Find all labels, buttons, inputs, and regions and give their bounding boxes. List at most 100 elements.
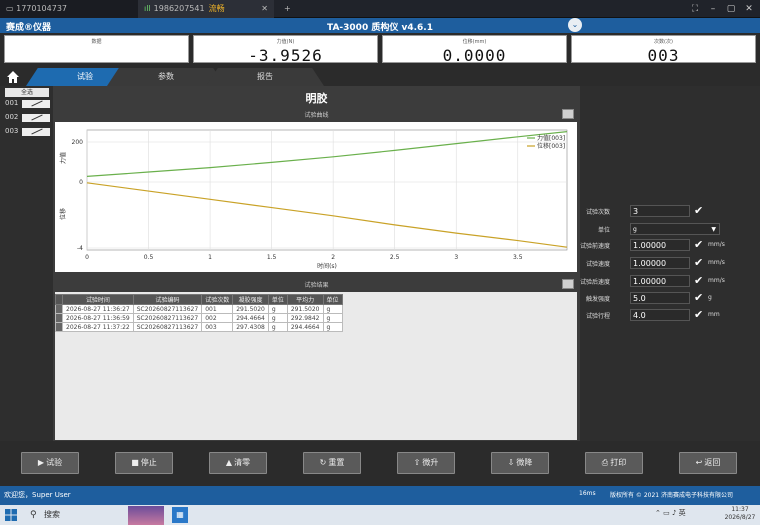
column-header: 试验次数 [201,294,234,305]
param-unit: g [708,294,712,301]
remote-tab-1[interactable]: ▭ 1770104737 [0,0,138,18]
sample-checkbox[interactable] [22,128,50,136]
remote-tab-2[interactable]: ıll 1986207541 流畅 ✕ [138,0,274,18]
row-selector-header [55,294,63,305]
param-input[interactable]: 1.00000 [630,239,690,251]
param-stroke: 试验行程 4.0 ✔ mm [584,308,754,321]
column-header: 凝胶强度 [232,294,269,305]
row-selector[interactable] [55,304,63,314]
minimize-icon[interactable]: – [706,2,720,16]
readout-value: -3.9526 [248,46,323,65]
taskbar-search[interactable]: 搜索 [24,507,124,523]
param-test-speed: 试验速度 1.00000 ✔ mm/s [584,256,754,269]
play-icon: ▶ [37,458,45,467]
jog-up-button[interactable]: ⇧ 微升 [397,452,455,474]
param-label: 试验速度 [585,261,610,268]
table-row[interactable]: 2026-08-27 11:36:59 SC20260827113627 002… [55,313,343,323]
zero-button[interactable]: ▲ 清零 [209,452,267,474]
checkmark-icon[interactable]: ✔ [694,291,703,304]
results-section-title: 试验结果 [304,282,329,289]
taskbar-clock[interactable]: 11:37 2026/8/27 [722,506,758,522]
remote-tab-2-label: 1986207541 [153,4,205,13]
x-tick-label: 3 [454,254,458,261]
clock-date: 2026/8/27 [724,514,756,521]
reset-icon: ↻ [319,458,327,467]
expand-results-icon[interactable] [562,279,574,289]
param-label: 试验后速度 [579,279,610,286]
taskbar-app-icon[interactable]: ▦ [172,507,188,523]
checkmark-icon[interactable]: ✔ [694,238,703,251]
param-input[interactable]: 1.00000 [630,275,690,287]
jog-down-button[interactable]: ⇩ 微降 [491,452,549,474]
app-title-bar: TA-3000 质构仪 v4.6.1 赛成®仪器 [0,18,760,33]
y-tick-label: 0 [79,179,83,186]
param-input[interactable]: 4.0 [630,309,690,321]
checkmark-icon[interactable]: ✔ [694,204,703,217]
button-label: 打印 [610,458,627,467]
row-selector[interactable] [55,322,63,332]
checkmark-icon[interactable]: ✔ [694,256,703,269]
clock-time: 11:37 [731,506,749,513]
upload-icon: ⇧ [413,458,421,467]
param-input[interactable]: 3 [630,205,690,217]
page-title: 明胶 [305,92,328,105]
reset-button[interactable]: ↻ 重置 [303,452,361,474]
start-test-button[interactable]: ▶ 试验 [21,452,79,474]
param-label: 试验前速度 [579,243,610,250]
unit-select[interactable]: g ▼ [630,223,720,235]
back-button[interactable]: ↩ 返回 [679,452,737,474]
ime-indicator[interactable]: 英 [679,509,686,517]
sample-checkbox[interactable] [22,100,50,108]
tab-params[interactable]: 参数 [107,68,225,86]
column-header: 试验时间 [62,294,134,305]
triangle-icon: ▲ [225,458,233,467]
sample-checkbox[interactable] [22,114,50,122]
button-label: 试验 [46,458,63,467]
taskbar-app-thumbnail[interactable] [128,506,164,525]
fullscreen-icon[interactable]: ⛶ [688,2,702,16]
curve-section-title: 试验曲线 [304,112,329,119]
readout-data: 数据 [4,35,189,63]
remote-tab-2-badge: 流畅 [208,4,225,13]
button-label: 微降 [516,458,533,467]
param-input[interactable]: 5.0 [630,292,690,304]
close-icon[interactable]: ✕ [742,2,756,16]
tab-report[interactable]: 报告 [206,68,324,86]
x-tick-label: 0 [85,254,89,261]
add-tab-button[interactable]: + [278,0,292,18]
sample-item[interactable]: 003 [5,127,50,137]
chevron-down-icon[interactable]: ⌄ [568,18,582,32]
network-icon[interactable]: ▭ [663,509,670,517]
checkmark-icon[interactable]: ✔ [694,308,703,321]
table-cell: 2026-08-27 11:36:59 [62,313,134,323]
checkmark-icon[interactable]: ✔ [694,274,703,287]
row-selector[interactable] [55,313,63,323]
sample-label: 001 [5,99,19,107]
table-cell: SC20260827113627 [132,313,203,323]
table-row[interactable]: 2026-08-27 11:36:27 SC20260827113627 001… [55,304,343,314]
select-all-button[interactable]: 全选 [5,88,49,97]
volume-icon[interactable]: ♪ [672,509,676,517]
button-label: 清零 [234,458,251,467]
table-cell: g [322,313,343,323]
param-input[interactable]: 1.00000 [630,257,690,269]
tray-chevron-icon[interactable]: ⌃ [655,509,661,517]
table-cell: 002 [201,313,234,323]
download-icon: ⇩ [507,458,515,467]
system-tray: ⌃ ▭ ♪ 英 [655,508,686,518]
button-label: 返回 [704,458,721,467]
sample-item[interactable]: 002 [5,113,50,123]
maximize-icon[interactable]: ▢ [724,2,738,16]
home-icon[interactable] [6,70,20,84]
close-tab-icon[interactable]: ✕ [261,0,268,18]
sample-item[interactable]: 001 [5,99,50,109]
expand-chart-icon[interactable] [562,109,574,119]
table-row[interactable]: 2026-08-27 11:37:22 SC20260827113627 003… [55,322,343,332]
x-tick-label: 3.5 [513,254,523,261]
param-trigger-force: 触发强度 5.0 ✔ g [584,291,754,304]
windows-start-icon[interactable] [5,509,17,521]
print-button[interactable]: ⎙ 打印 [585,452,643,474]
stop-button[interactable]: ■ 停止 [115,452,173,474]
button-label: 微升 [422,458,439,467]
table-cell: 292.9842 [286,313,324,323]
